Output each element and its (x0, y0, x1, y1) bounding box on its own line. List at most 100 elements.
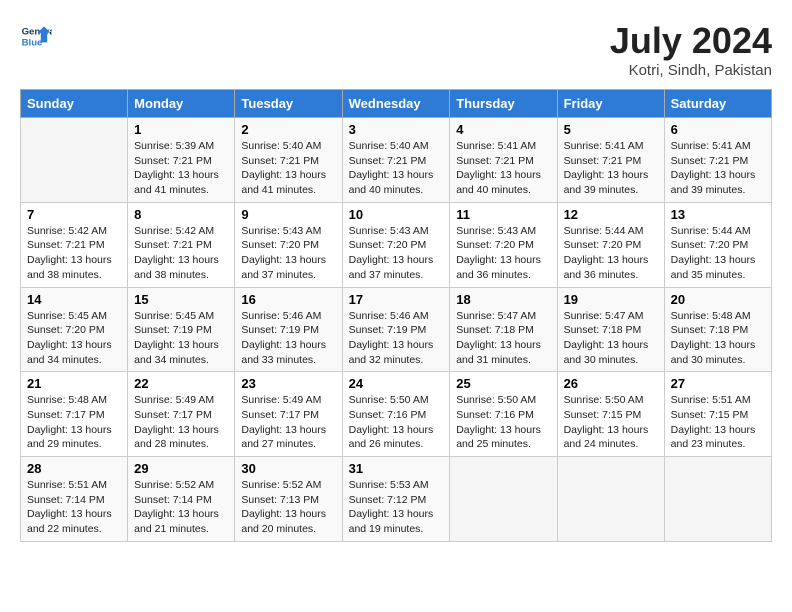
day-details: Sunrise: 5:50 AMSunset: 7:16 PMDaylight:… (349, 393, 444, 452)
location: Kotri, Sindh, Pakistan (610, 62, 772, 79)
day-number: 1 (134, 122, 228, 137)
day-number: 26 (564, 376, 658, 391)
day-number: 23 (241, 376, 335, 391)
weekday-header: Saturday (664, 90, 771, 118)
day-details: Sunrise: 5:52 AMSunset: 7:13 PMDaylight:… (241, 478, 335, 537)
weekday-header: Friday (557, 90, 664, 118)
calendar-cell: 11 Sunrise: 5:43 AMSunset: 7:20 PMDayligh… (450, 202, 557, 287)
calendar-week-row: 7 Sunrise: 5:42 AMSunset: 7:21 PMDaylight… (21, 202, 772, 287)
day-number: 11 (456, 207, 550, 222)
day-details: Sunrise: 5:51 AMSunset: 7:15 PMDaylight:… (671, 393, 765, 452)
calendar-cell: 6Sunrise: 5:41 AMSunset: 7:21 PMDaylight… (664, 118, 771, 203)
day-details: Sunrise: 5:40 AMSunset: 7:21 PMDaylight:… (349, 139, 444, 198)
day-details: Sunrise: 5:43 AMSunset: 7:20 PMDaylight:… (349, 224, 444, 283)
calendar-cell: 31 Sunrise: 5:53 AMSunset: 7:12 PMDayligh… (342, 457, 450, 542)
day-number: 9 (241, 207, 335, 222)
calendar-cell: 15Sunrise: 5:45 AMSunset: 7:19 PMDayligh… (128, 287, 235, 372)
calendar-cell: 3Sunrise: 5:40 AMSunset: 7:21 PMDaylight… (342, 118, 450, 203)
calendar-cell: 1 Sunrise: 5:39 AMSunset: 7:21 PMDaylight… (128, 118, 235, 203)
day-details: Sunrise: 5:50 AMSunset: 7:16 PMDaylight:… (456, 393, 550, 452)
day-details: Sunrise: 5:49 AMSunset: 7:17 PMDaylight:… (134, 393, 228, 452)
weekday-header: Monday (128, 90, 235, 118)
day-details: Sunrise: 5:47 AMSunset: 7:18 PMDaylight:… (456, 309, 550, 368)
logo: General Blue (20, 20, 52, 52)
day-details: Sunrise: 5:40 AMSunset: 7:21 PMDaylight:… (241, 139, 335, 198)
weekday-header: Sunday (21, 90, 128, 118)
day-details: Sunrise: 5:43 AMSunset: 7:20 PMDaylight:… (456, 224, 550, 283)
day-number: 21 (27, 376, 121, 391)
calendar-week-row: 21 Sunrise: 5:48 AMSunset: 7:17 PMDayligh… (21, 372, 772, 457)
day-number: 28 (27, 461, 121, 476)
calendar-cell (557, 457, 664, 542)
title-block: July 2024 Kotri, Sindh, Pakistan (610, 20, 772, 79)
weekday-header: Thursday (450, 90, 557, 118)
calendar-cell: 22 Sunrise: 5:49 AMSunset: 7:17 PMDayligh… (128, 372, 235, 457)
logo-icon: General Blue (20, 20, 52, 52)
day-number: 4 (456, 122, 550, 137)
day-details: Sunrise: 5:51 AMSunset: 7:14 PMDaylight:… (27, 478, 121, 537)
day-details: Sunrise: 5:47 AMSunset: 7:18 PMDaylight:… (564, 309, 658, 368)
calendar-cell: 12Sunrise: 5:44 AMSunset: 7:20 PMDayligh… (557, 202, 664, 287)
day-details: Sunrise: 5:45 AMSunset: 7:19 PMDaylight:… (134, 309, 228, 368)
calendar-week-row: 14Sunrise: 5:45 AMSunset: 7:20 PMDayligh… (21, 287, 772, 372)
day-details: Sunrise: 5:39 AMSunset: 7:21 PMDaylight:… (134, 139, 228, 198)
month-year: July 2024 (610, 20, 772, 62)
day-details: Sunrise: 5:42 AMSunset: 7:21 PMDaylight:… (134, 224, 228, 283)
calendar-cell (21, 118, 128, 203)
calendar-cell (664, 457, 771, 542)
day-details: Sunrise: 5:48 AMSunset: 7:17 PMDaylight:… (27, 393, 121, 452)
calendar-week-row: 1 Sunrise: 5:39 AMSunset: 7:21 PMDaylight… (21, 118, 772, 203)
day-number: 10 (349, 207, 444, 222)
calendar-cell: 7Sunrise: 5:42 AMSunset: 7:21 PMDaylight… (21, 202, 128, 287)
day-number: 16 (241, 292, 335, 307)
day-number: 30 (241, 461, 335, 476)
day-details: Sunrise: 5:44 AMSunset: 7:20 PMDaylight:… (671, 224, 765, 283)
day-number: 12 (564, 207, 658, 222)
weekday-header: Tuesday (235, 90, 342, 118)
day-details: Sunrise: 5:43 AMSunset: 7:20 PMDaylight:… (241, 224, 335, 283)
svg-text:Blue: Blue (22, 38, 43, 49)
day-number: 13 (671, 207, 765, 222)
day-number: 5 (564, 122, 658, 137)
day-details: Sunrise: 5:50 AMSunset: 7:15 PMDaylight:… (564, 393, 658, 452)
day-number: 7 (27, 207, 121, 222)
day-number: 2 (241, 122, 335, 137)
calendar-cell: 29 Sunrise: 5:52 AMSunset: 7:14 PMDayligh… (128, 457, 235, 542)
calendar-cell: 30 Sunrise: 5:52 AMSunset: 7:13 PMDayligh… (235, 457, 342, 542)
calendar-body: 1 Sunrise: 5:39 AMSunset: 7:21 PMDaylight… (21, 118, 772, 542)
calendar-cell: 13 Sunrise: 5:44 AMSunset: 7:20 PMDayligh… (664, 202, 771, 287)
calendar-week-row: 28 Sunrise: 5:51 AMSunset: 7:14 PMDayligh… (21, 457, 772, 542)
calendar-cell: 24 Sunrise: 5:50 AMSunset: 7:16 PMDayligh… (342, 372, 450, 457)
calendar-cell: 28 Sunrise: 5:51 AMSunset: 7:14 PMDayligh… (21, 457, 128, 542)
calendar-cell: 5 Sunrise: 5:41 AMSunset: 7:21 PMDaylight… (557, 118, 664, 203)
day-number: 29 (134, 461, 228, 476)
day-details: Sunrise: 5:41 AMSunset: 7:21 PMDaylight:… (564, 139, 658, 198)
day-number: 20 (671, 292, 765, 307)
calendar-header: SundayMondayTuesdayWednesdayThursdayFrid… (21, 90, 772, 118)
page-header: General Blue July 2024 Kotri, Sindh, Pak… (20, 20, 772, 79)
day-number: 31 (349, 461, 444, 476)
day-details: Sunrise: 5:49 AMSunset: 7:17 PMDaylight:… (241, 393, 335, 452)
day-number: 17 (349, 292, 444, 307)
day-details: Sunrise: 5:52 AMSunset: 7:14 PMDaylight:… (134, 478, 228, 537)
day-details: Sunrise: 5:48 AMSunset: 7:18 PMDaylight:… (671, 309, 765, 368)
calendar-cell: 8Sunrise: 5:42 AMSunset: 7:21 PMDaylight… (128, 202, 235, 287)
calendar-cell: 14Sunrise: 5:45 AMSunset: 7:20 PMDayligh… (21, 287, 128, 372)
calendar-cell: 4Sunrise: 5:41 AMSunset: 7:21 PMDaylight… (450, 118, 557, 203)
day-number: 27 (671, 376, 765, 391)
weekday-header: Wednesday (342, 90, 450, 118)
day-details: Sunrise: 5:46 AMSunset: 7:19 PMDaylight:… (241, 309, 335, 368)
day-number: 25 (456, 376, 550, 391)
day-details: Sunrise: 5:46 AMSunset: 7:19 PMDaylight:… (349, 309, 444, 368)
day-details: Sunrise: 5:53 AMSunset: 7:12 PMDaylight:… (349, 478, 444, 537)
calendar-cell: 20 Sunrise: 5:48 AMSunset: 7:18 PMDayligh… (664, 287, 771, 372)
calendar-cell: 2 Sunrise: 5:40 AMSunset: 7:21 PMDaylight… (235, 118, 342, 203)
calendar-cell (450, 457, 557, 542)
calendar-cell: 17 Sunrise: 5:46 AMSunset: 7:19 PMDayligh… (342, 287, 450, 372)
day-number: 6 (671, 122, 765, 137)
calendar-cell: 18Sunrise: 5:47 AMSunset: 7:18 PMDayligh… (450, 287, 557, 372)
calendar-cell: 16 Sunrise: 5:46 AMSunset: 7:19 PMDayligh… (235, 287, 342, 372)
day-number: 24 (349, 376, 444, 391)
calendar-table: SundayMondayTuesdayWednesdayThursdayFrid… (20, 89, 772, 542)
day-number: 22 (134, 376, 228, 391)
